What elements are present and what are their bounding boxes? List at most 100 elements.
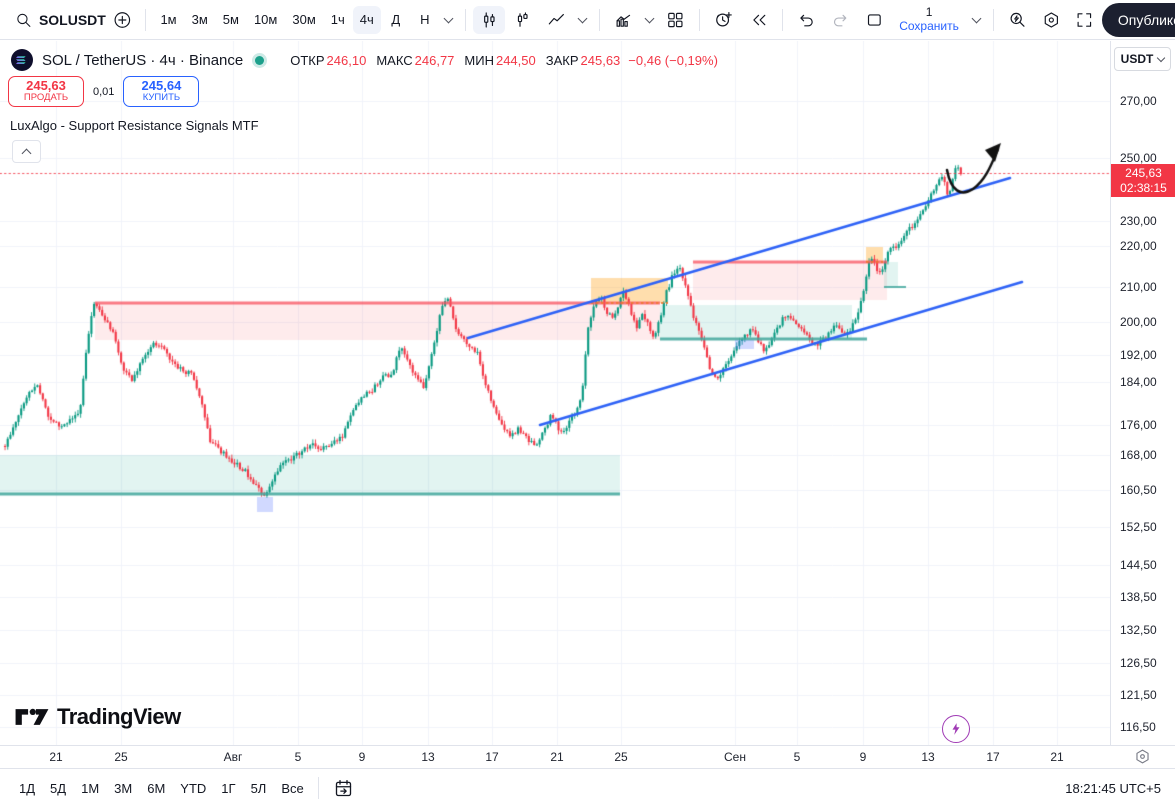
ohlc-value: 246,77 <box>414 52 455 68</box>
symbol-row: SOL / TetherUS · 4ч · Binance ОТКР 246,10… <box>10 48 718 72</box>
price-axis-label: 132,50 <box>1120 623 1157 637</box>
chart-type-chevron-icon[interactable] <box>574 6 592 34</box>
range-button-5Л[interactable]: 5Л <box>244 777 274 800</box>
range-button-1Г[interactable]: 1Г <box>214 777 242 800</box>
interval-button-1м[interactable]: 1м <box>153 6 183 34</box>
go-to-date-icon[interactable] <box>326 774 361 802</box>
time-axis-label: 5 <box>294 750 302 764</box>
sell-price: 245,63 <box>26 78 66 94</box>
indicators-icon[interactable] <box>607 6 640 34</box>
interval-button-Н[interactable]: Н <box>411 6 439 34</box>
price-axis-label: 250,00 <box>1120 151 1157 165</box>
bottom-bar: 1Д 5Д 1М 3М 6М YTD 1Г 5Л Все 18:21:45 UTC+5 <box>0 768 1175 807</box>
price-axis-label: 176,00 <box>1120 418 1157 432</box>
save-layout-chevron-icon[interactable] <box>968 6 986 34</box>
ohlc-label: ЗАКР <box>545 52 579 68</box>
currency-label: USDT <box>1120 52 1154 66</box>
last-price-badge: 245,63 02:38:15 <box>1111 164 1175 197</box>
range-button-YTD[interactable]: YTD <box>173 777 213 800</box>
interval-group: 1м 3м 5м 10м 30м 1ч 4ч Д Н <box>153 5 439 34</box>
price-chart-canvas[interactable] <box>0 41 1110 745</box>
interval-menu-chevron-icon[interactable] <box>440 6 458 34</box>
price-axis-label: 200,00 <box>1120 315 1157 329</box>
interval-button-1ч[interactable]: 1ч <box>324 6 352 34</box>
time-axis-label: 21 <box>49 750 63 764</box>
symbol-title[interactable]: SOL / TetherUS · 4ч · Binance <box>42 52 243 69</box>
publish-button[interactable]: Опублико <box>1101 2 1175 37</box>
clock-timezone[interactable]: 18:21:45 UTC+5 <box>1065 781 1163 796</box>
buy-button[interactable]: 245,64 КУПИТЬ <box>123 76 200 107</box>
watermark-text: TradingView <box>57 704 181 729</box>
alert-add-icon[interactable] <box>707 6 741 34</box>
symbol-button[interactable]: SOLUSDT <box>39 6 106 34</box>
price-axis-label: 116,50 <box>1120 720 1156 734</box>
price-change: −0,46 (−0,19%) <box>628 52 718 68</box>
range-button-6М[interactable]: 6М <box>140 777 172 800</box>
price-axis-label: 126,50 <box>1120 656 1157 670</box>
range-button-1М[interactable]: 1М <box>74 777 106 800</box>
symbol-search-icon[interactable] <box>8 6 39 34</box>
range-button-1Д[interactable]: 1Д <box>12 777 42 800</box>
chart-type-candles-icon[interactable] <box>472 5 506 34</box>
time-axis[interactable]: 21 25 Авг 5 9 13 17 21 25 Сен 5 9 13 17 21 <box>0 745 1175 768</box>
interval-button-Д[interactable]: Д <box>382 6 410 34</box>
range-button-3М[interactable]: 3М <box>107 777 139 800</box>
interval-button-30м[interactable]: 30м <box>285 6 322 34</box>
chart-type-hollow-candles-icon[interactable] <box>506 6 539 34</box>
price-axis-label: 160,50 <box>1120 483 1157 497</box>
time-axis-label: 25 <box>614 750 628 764</box>
interval-button-5м[interactable]: 5м <box>216 6 246 34</box>
save-layout-button[interactable]: 1 Сохранить <box>891 3 967 37</box>
indicators-chevron-icon[interactable] <box>640 6 658 34</box>
spread-value: 0,01 <box>93 85 115 98</box>
interval-button-3м[interactable]: 3м <box>185 6 215 34</box>
toolbar-separator <box>782 8 784 31</box>
bar-countdown: 02:38:15 <box>1120 180 1167 195</box>
tradingview-watermark: TradingView <box>14 701 181 733</box>
snapshot-icon[interactable] <box>858 6 891 34</box>
toolbar-separator <box>699 8 701 31</box>
redo-icon[interactable] <box>824 6 857 34</box>
settings-icon[interactable] <box>1035 6 1068 34</box>
currency-selector[interactable]: USDT <box>1114 47 1171 71</box>
layout-templates-icon[interactable] <box>659 6 692 34</box>
time-axis-label: 5 <box>793 750 801 764</box>
trade-panel: 245,63 ПРОДАТЬ 0,01 245,64 КУПИТЬ <box>8 76 200 107</box>
axis-settings-gear-icon[interactable] <box>1134 748 1151 770</box>
luxalgo-bolt-button[interactable] <box>942 715 970 743</box>
price-axis-label: 184,00 <box>1120 375 1157 389</box>
price-axis-label: 121,50 <box>1120 688 1157 702</box>
market-status-dot[interactable] <box>255 55 265 65</box>
time-axis-label: 9 <box>859 750 867 764</box>
save-layout-label: Сохранить <box>899 18 959 33</box>
legend-collapse-button[interactable] <box>12 140 41 163</box>
time-axis-label: Сен <box>724 750 746 764</box>
chart-type-line-icon[interactable] <box>540 6 573 34</box>
quick-search-icon[interactable] <box>1001 6 1034 34</box>
range-button-5Д[interactable]: 5Д <box>43 777 73 800</box>
price-axis-label: 192,00 <box>1120 348 1157 362</box>
interval-button-10м[interactable]: 10м <box>247 6 284 34</box>
indicator-legend[interactable]: LuxAlgo - Support Resistance Signals MTF <box>10 118 259 133</box>
range-group: 1Д 5Д 1М 3М 6М YTD 1Г 5Л Все <box>12 777 311 800</box>
fullscreen-icon[interactable] <box>1068 6 1101 34</box>
time-axis-label: 21 <box>1050 750 1064 764</box>
undo-icon[interactable] <box>790 6 823 34</box>
last-price-value: 245,63 <box>1125 165 1162 180</box>
toolbar-separator <box>464 8 466 31</box>
bar-replay-icon[interactable] <box>743 6 776 34</box>
time-axis-label: 13 <box>921 750 935 764</box>
currency-chevron-icon <box>1157 53 1166 62</box>
interval-button-4ч[interactable]: 4ч <box>352 5 381 34</box>
time-axis-label: 17 <box>485 750 499 764</box>
sell-label: ПРОДАТЬ <box>23 92 69 104</box>
save-layout-count: 1 <box>925 4 933 19</box>
price-axis-label: 144,50 <box>1120 558 1157 572</box>
price-axis-label: 220,00 <box>1120 239 1157 253</box>
price-axis[interactable]: USDT 245,63 02:38:15 270,00 250,00 230,00 2… <box>1110 41 1175 745</box>
compare-add-icon[interactable] <box>106 6 139 34</box>
ohlc-value: 246,10 <box>326 52 367 68</box>
price-axis-label: 138,50 <box>1120 590 1157 604</box>
sell-button[interactable]: 245,63 ПРОДАТЬ <box>8 76 84 107</box>
range-button-Все[interactable]: Все <box>274 777 310 800</box>
